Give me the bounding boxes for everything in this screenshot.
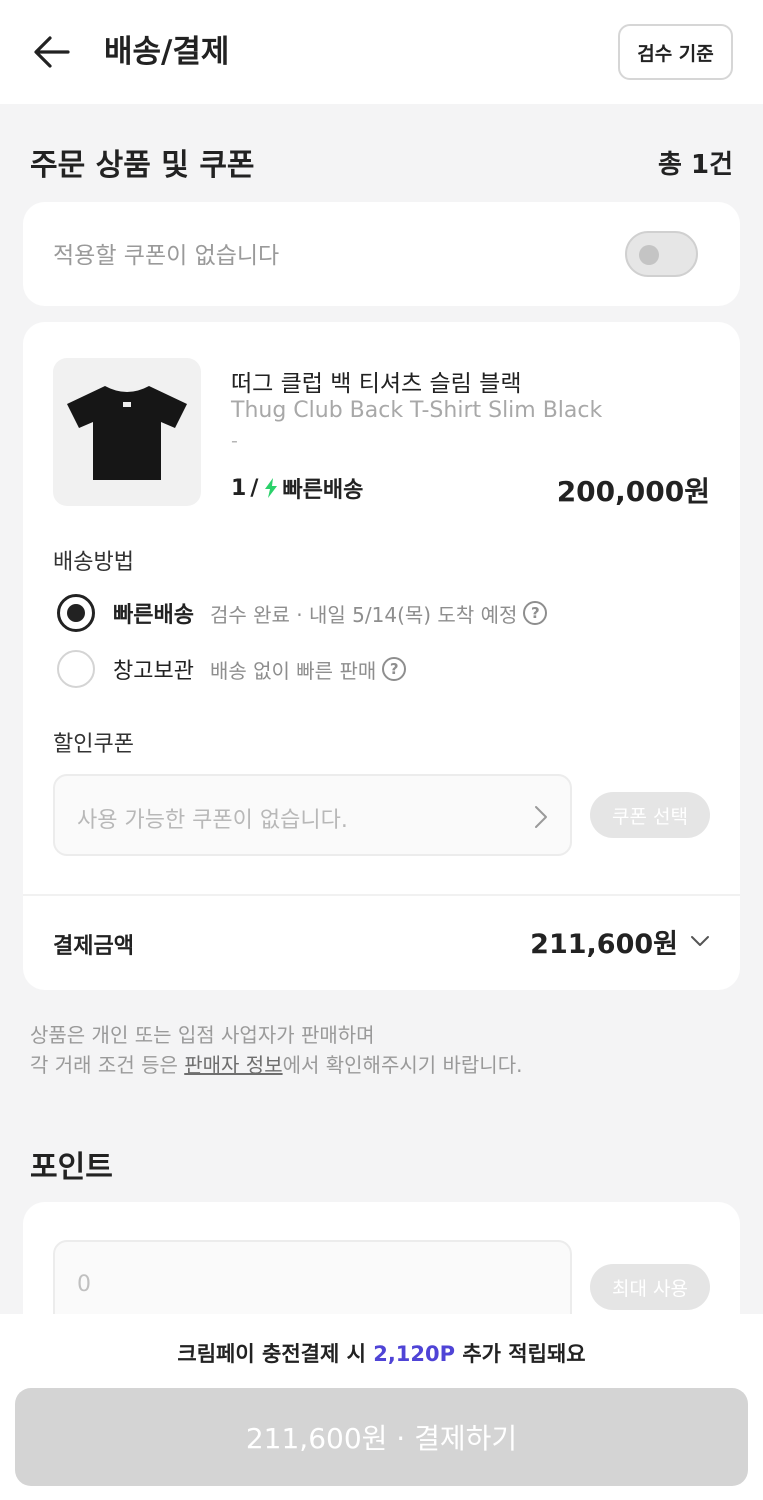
coupon-toggle-label: 적용할 쿠폰이 없습니다 xyxy=(53,243,280,269)
shipping-option-desc: 배송 없이 빠른 판매 xyxy=(209,658,377,683)
radio-unselected[interactable] xyxy=(57,650,95,688)
meta-separator: / xyxy=(250,475,259,501)
shipping-method-label: 배송방법 xyxy=(53,550,134,575)
help-icon[interactable]: ? xyxy=(523,601,548,625)
app-header: 배송/결제 검수 기준 xyxy=(0,0,763,104)
product-image xyxy=(53,358,201,506)
tshirt-icon xyxy=(67,386,187,480)
order-section-header: 주문 상품 및 쿠폰 총 1건 xyxy=(30,140,733,184)
product-name-english: Thug Club Back T-Shirt Slim Black xyxy=(231,398,603,423)
coupon-toggle-card: 적용할 쿠폰이 없습니다 xyxy=(23,202,740,306)
discount-coupon-label: 할인쿠폰 xyxy=(53,732,134,757)
points-input-value: 0 xyxy=(77,1272,91,1297)
page-title: 배송/결제 xyxy=(104,34,230,70)
payment-amount-label: 결제금액 xyxy=(53,934,134,959)
divider xyxy=(23,894,740,896)
payment-amount-toggle[interactable]: 211,600원 xyxy=(530,922,710,961)
order-section-title: 주문 상품 및 쿠폰 xyxy=(30,148,255,183)
coupon-select-field[interactable]: 사용 가능한 쿠폰이 없습니다. xyxy=(53,774,572,856)
inspection-criteria-button[interactable]: 검수 기준 xyxy=(618,24,733,80)
lightning-icon xyxy=(264,478,278,498)
shipping-option-fast[interactable]: 빠른배송 검수 완료 · 내일 5/14(목) 도착 예정 ? xyxy=(57,594,548,632)
back-arrow-icon[interactable] xyxy=(30,30,74,74)
product-name-korean: 떠그 클럽 백 티셔츠 슬림 블랙 xyxy=(231,371,522,397)
order-card: 떠그 클럽 백 티셔츠 슬림 블랙 Thug Club Back T-Shirt… xyxy=(23,322,740,990)
product-quantity: 1 xyxy=(231,475,247,501)
fast-delivery-label: 빠른배송 xyxy=(282,478,364,503)
product-option: - xyxy=(231,430,238,452)
shipping-option-desc: 검수 완료 · 내일 5/14(목) 도착 예정 xyxy=(209,602,518,627)
toggle-knob xyxy=(639,245,659,265)
coupon-toggle-switch[interactable] xyxy=(625,231,698,277)
radio-selected[interactable] xyxy=(57,594,95,632)
payment-amount-value: 211,600원 xyxy=(530,929,678,960)
help-icon[interactable]: ? xyxy=(382,657,407,681)
shipping-option-name: 빠른배송 xyxy=(113,603,194,628)
product-price: 200,000원 xyxy=(556,475,710,508)
notice-line-2: 각 거래 조건 등은 판매자 정보에서 확인해주시기 바랍니다. xyxy=(30,1050,522,1080)
notice-prefix: 각 거래 조건 등은 xyxy=(30,1053,185,1077)
chevron-down-icon xyxy=(690,932,710,951)
coupon-select-placeholder: 사용 가능한 쿠폰이 없습니다. xyxy=(77,808,348,833)
reward-points: 2,120P xyxy=(373,1342,456,1366)
shipping-option-name: 창고보관 xyxy=(113,659,194,684)
order-count: 총 1건 xyxy=(658,149,733,180)
seller-notice: 상품은 개인 또는 입점 사업자가 판매하며 각 거래 조건 등은 판매자 정보… xyxy=(30,1020,522,1080)
coupon-select-button[interactable]: 쿠폰 선택 xyxy=(590,792,710,838)
seller-info-link[interactable]: 판매자 정보 xyxy=(184,1053,282,1077)
chevron-right-icon xyxy=(534,805,548,833)
pay-button[interactable]: 211,600원 · 결제하기 xyxy=(15,1388,748,1486)
points-section-title: 포인트 xyxy=(30,1150,113,1185)
notice-suffix: 에서 확인해주시기 바랍니다. xyxy=(282,1053,523,1077)
points-section-header: 포인트 xyxy=(30,1142,733,1186)
shipping-option-storage[interactable]: 창고보관 배송 없이 빠른 판매 ? xyxy=(57,650,407,688)
reward-suffix: 추가 적립돼요 xyxy=(455,1342,586,1366)
reward-prefix: 크림페이 충전결제 시 xyxy=(177,1342,374,1366)
product-meta: 1 / 빠른배송 xyxy=(231,472,363,504)
notice-line-1: 상품은 개인 또는 입점 사업자가 판매하며 xyxy=(30,1023,375,1047)
max-use-button[interactable]: 최대 사용 xyxy=(590,1264,710,1310)
bottom-payment-bar: 크림페이 충전결제 시 2,120P 추가 적립돼요 211,600원 · 결제… xyxy=(0,1314,763,1500)
kream-pay-reward-message: 크림페이 충전결제 시 2,120P 추가 적립돼요 xyxy=(0,1338,763,1368)
